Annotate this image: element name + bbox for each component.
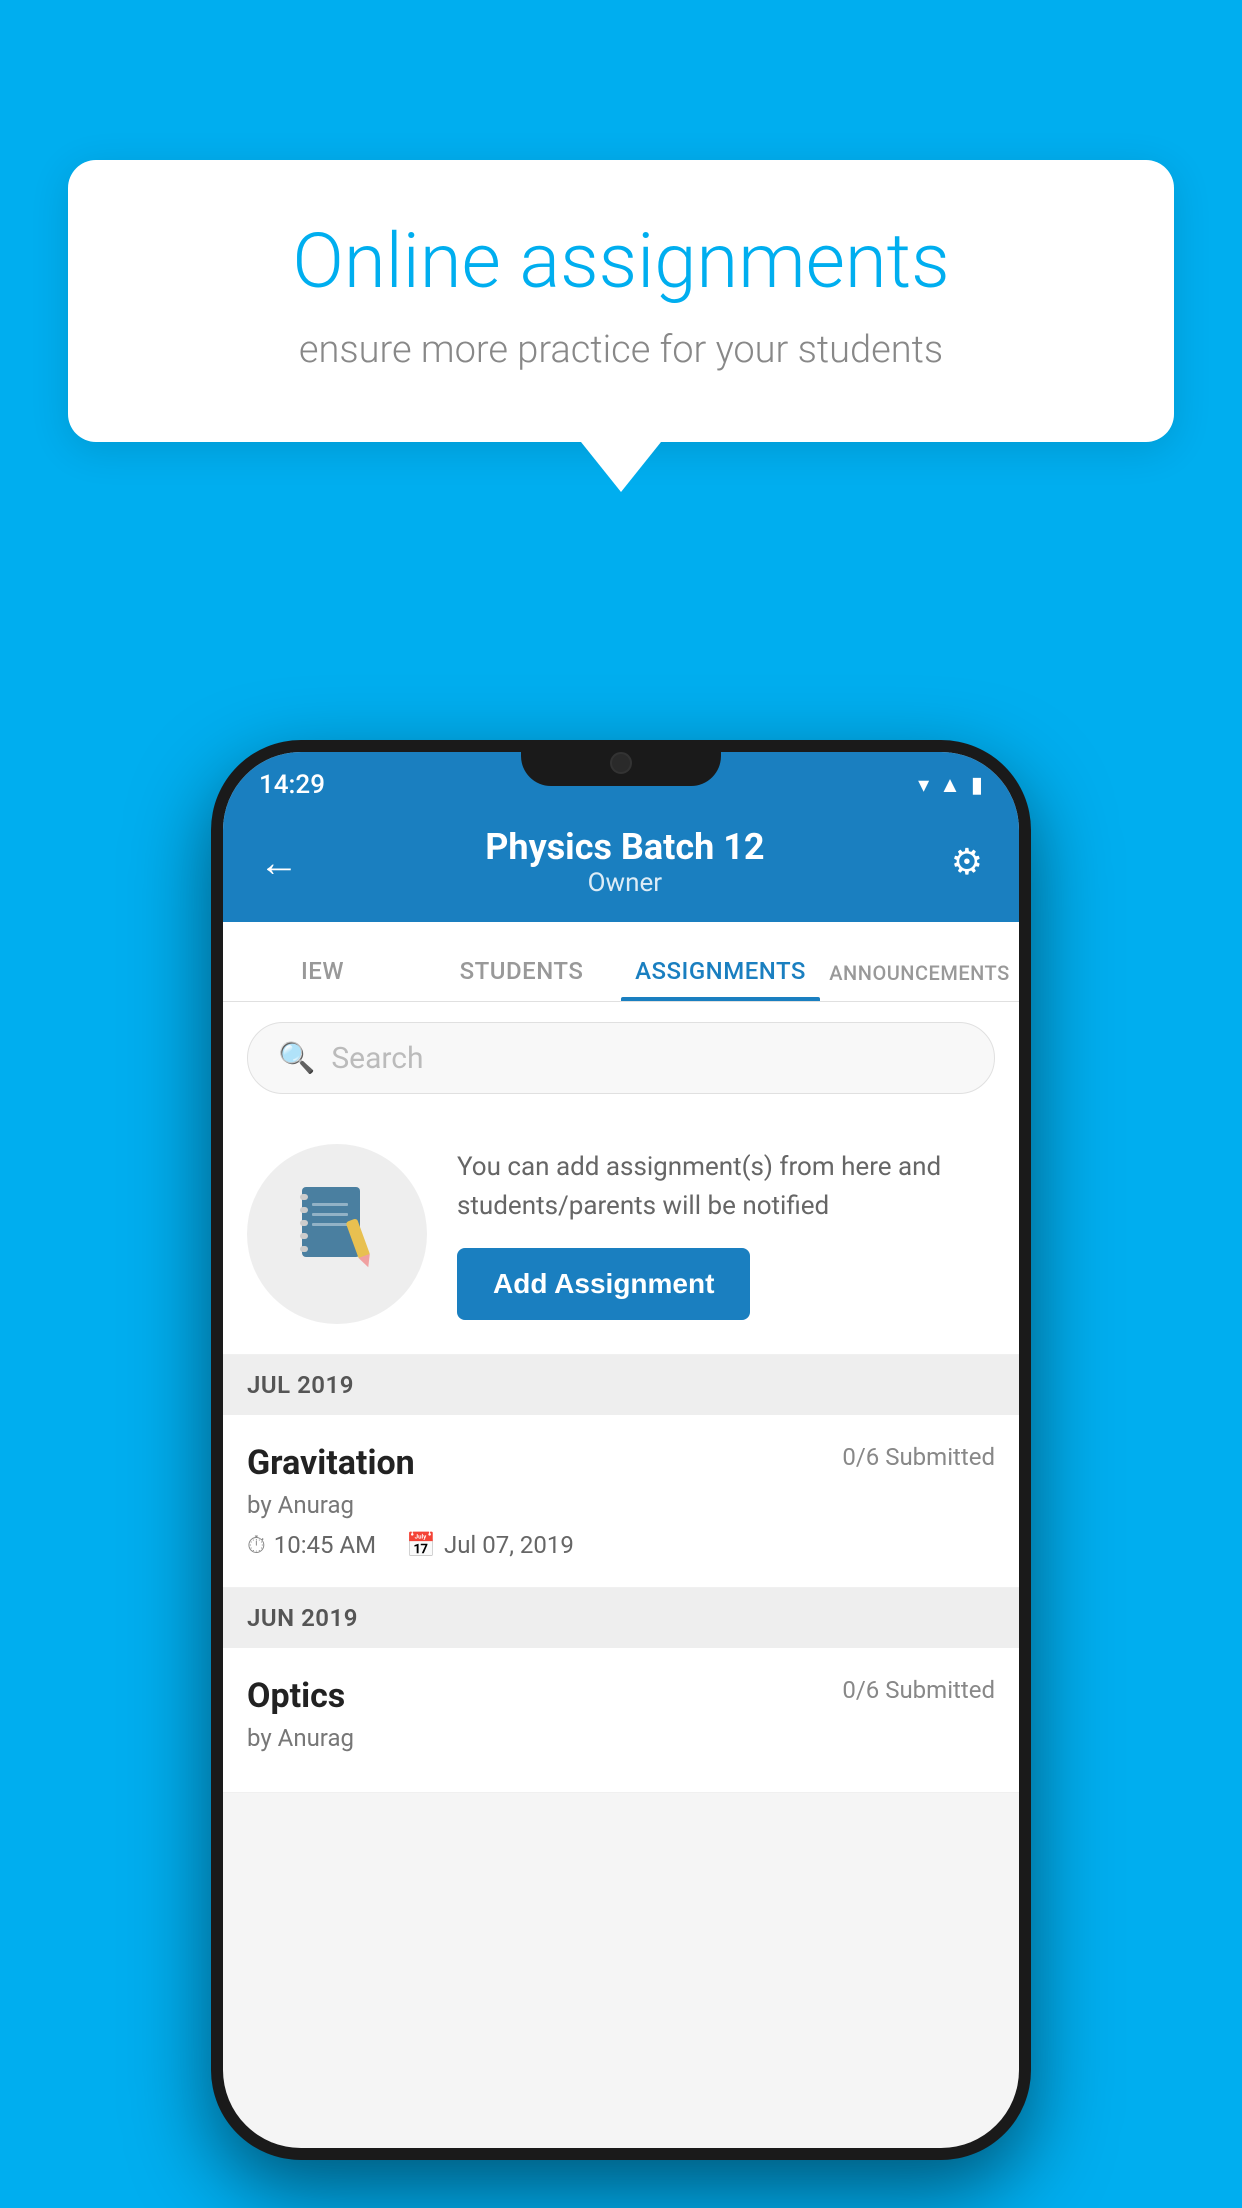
promo-content: You can add assignment(s) from here and …	[457, 1148, 995, 1320]
speech-bubble: Online assignments ensure more practice …	[68, 160, 1174, 442]
assignment-item-gravitation[interactable]: Gravitation 0/6 Submitted by Anurag ⏱ 10…	[223, 1415, 1019, 1588]
assignment-submitted-optics: 0/6 Submitted	[842, 1676, 995, 1704]
header-center: Physics Batch 12 Owner	[485, 826, 764, 898]
section-header-jul: JUL 2019	[223, 1355, 1019, 1415]
tab-announcements[interactable]: ANNOUNCEMENTS	[820, 961, 1019, 1001]
settings-icon[interactable]: ⚙	[951, 841, 983, 883]
battery-icon: ▮	[971, 773, 983, 798]
promo-text: You can add assignment(s) from here and …	[457, 1148, 995, 1226]
phone-mockup: 14:29 ▾ ▲ ▮ ← Physics Batch 12 Owner ⚙	[211, 740, 1031, 2160]
assignment-submitted-gravitation: 0/6 Submitted	[842, 1443, 995, 1471]
speech-bubble-container: Online assignments ensure more practice …	[68, 160, 1174, 492]
promo-icon-circle	[247, 1144, 427, 1324]
phone-frame: 14:29 ▾ ▲ ▮ ← Physics Batch 12 Owner ⚙	[211, 740, 1031, 2160]
assignment-meta-gravitation: ⏱ 10:45 AM 📅 Jul 07, 2019	[247, 1531, 995, 1559]
assignment-row-top: Gravitation 0/6 Submitted	[247, 1443, 995, 1483]
speech-bubble-subtitle: ensure more practice for your students	[148, 328, 1094, 372]
assignment-item-optics[interactable]: Optics 0/6 Submitted by Anurag	[223, 1648, 1019, 1793]
speech-bubble-title: Online assignments	[148, 220, 1094, 304]
assignment-row-top-optics: Optics 0/6 Submitted	[247, 1676, 995, 1716]
calendar-icon: 📅	[406, 1531, 436, 1559]
search-placeholder: Search	[331, 1041, 423, 1076]
signal-icon: ▲	[939, 772, 961, 798]
search-container: 🔍 Search	[223, 1002, 1019, 1114]
tab-bar: IEW STUDENTS ASSIGNMENTS ANNOUNCEMENTS	[223, 922, 1019, 1002]
app-header: ← Physics Batch 12 Owner ⚙	[223, 808, 1019, 922]
assignment-title-gravitation: Gravitation	[247, 1443, 415, 1483]
speech-bubble-arrow	[581, 442, 661, 492]
meta-date-gravitation: 📅 Jul 07, 2019	[406, 1531, 574, 1559]
promo-section: You can add assignment(s) from here and …	[223, 1114, 1019, 1355]
notebook-icon	[292, 1179, 382, 1289]
status-icons: ▾ ▲ ▮	[918, 772, 983, 798]
wifi-icon: ▾	[918, 773, 929, 798]
phone-notch	[521, 740, 721, 786]
tab-assignments[interactable]: ASSIGNMENTS	[621, 957, 820, 1001]
search-bar[interactable]: 🔍 Search	[247, 1022, 995, 1094]
phone-camera	[610, 752, 632, 774]
add-assignment-button[interactable]: Add Assignment	[457, 1248, 750, 1320]
search-icon: 🔍	[278, 1041, 315, 1076]
content-area: 🔍 Search	[223, 1002, 1019, 1793]
meta-time-gravitation: ⏱ 10:45 AM	[247, 1531, 376, 1559]
clock-icon: ⏱	[247, 1531, 266, 1559]
assignment-by-optics: by Anurag	[247, 1724, 995, 1752]
assignment-by-gravitation: by Anurag	[247, 1491, 995, 1519]
header-subtitle: Owner	[485, 868, 764, 898]
phone-screen: 14:29 ▾ ▲ ▮ ← Physics Batch 12 Owner ⚙	[223, 752, 1019, 2148]
back-button[interactable]: ←	[259, 839, 299, 886]
header-title: Physics Batch 12	[485, 826, 764, 868]
assignment-title-optics: Optics	[247, 1676, 345, 1716]
tab-iew[interactable]: IEW	[223, 957, 422, 1001]
status-time: 14:29	[259, 770, 325, 800]
tab-students[interactable]: STUDENTS	[422, 957, 621, 1001]
section-header-jun: JUN 2019	[223, 1588, 1019, 1648]
